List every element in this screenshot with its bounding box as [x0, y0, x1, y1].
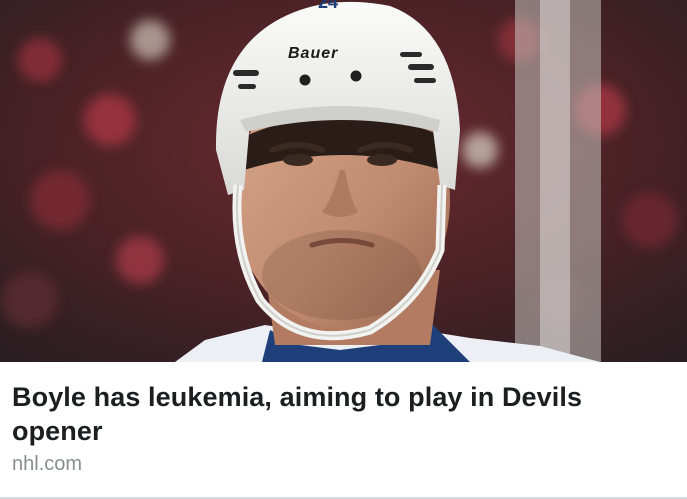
- helmet-brand-logo: Bauer: [288, 45, 338, 62]
- helmet-number: 24: [318, 0, 338, 12]
- link-preview-card[interactable]: 24 Bauer Boyle has leukemia, aiming to p…: [0, 0, 687, 499]
- article-source-domain: nhl.com: [12, 453, 83, 475]
- article-headline[interactable]: Boyle has leukemia, aiming to play in De…: [12, 380, 652, 448]
- article-photo[interactable]: 24 Bauer: [0, 0, 687, 362]
- caption-area[interactable]: Boyle has leukemia, aiming to play in De…: [0, 362, 687, 499]
